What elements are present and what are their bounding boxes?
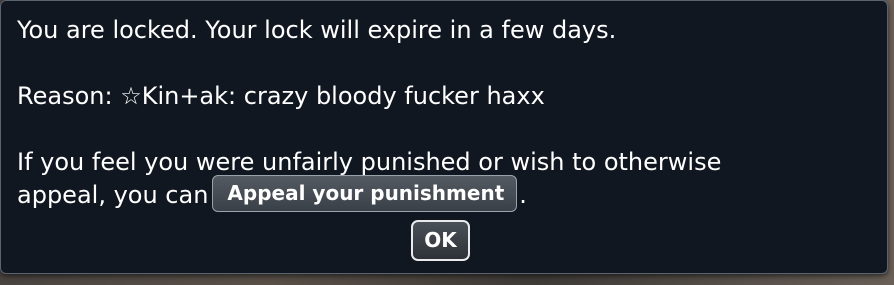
ok-row: OK (17, 220, 871, 261)
ok-button[interactable]: OK (411, 220, 470, 261)
appeal-prefix: appeal, you can (17, 181, 209, 209)
lock-notice-popup: You are locked. Your lock will expire in… (0, 0, 888, 274)
reason-line: Reason: ☆Kin+ak: crazy bloody fucker hax… (17, 80, 871, 113)
reason-text: ☆Kin+ak: crazy bloody fucker haxx (120, 82, 545, 110)
reason-label: Reason: (17, 82, 121, 110)
appeal-suffix: . (519, 181, 527, 209)
appeal-action-line: appeal, you can Appeal your punishment. (17, 174, 871, 212)
lock-message: You are locked. Your lock will expire in… (17, 16, 617, 44)
appeal-punishment-button[interactable]: Appeal your punishment (212, 174, 518, 212)
